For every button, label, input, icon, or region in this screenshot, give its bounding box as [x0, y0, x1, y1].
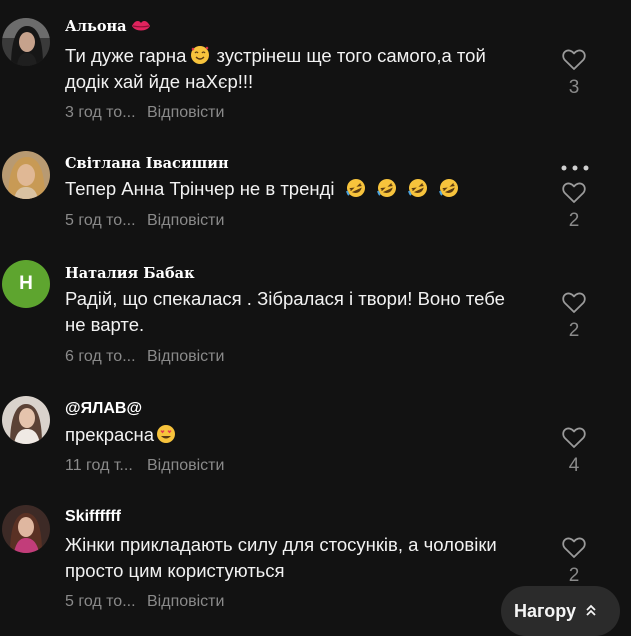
- comment-username[interactable]: Світлана Івасишин: [65, 155, 229, 172]
- like-count: 3: [568, 77, 580, 98]
- lips-emoji-icon: [131, 21, 150, 31]
- back-to-top-button[interactable]: Нагору: [501, 586, 620, 636]
- reply-button[interactable]: Відповісти: [147, 212, 224, 229]
- heart-outline-icon: [562, 537, 586, 558]
- rolling-on-floor-laughing-emoji-icon: [407, 179, 427, 197]
- comment-username[interactable]: @ЯЛАВ@: [65, 400, 142, 418]
- reply-button[interactable]: Відповісти: [147, 593, 224, 610]
- comment-meta: 5 год то... Відповісти: [65, 593, 224, 611]
- reply-button[interactable]: Відповісти: [147, 104, 224, 121]
- like-count: 2: [568, 320, 580, 341]
- like-count: 4: [568, 455, 580, 476]
- like-count: 2: [568, 210, 580, 231]
- comment-time: 3 год то...: [65, 104, 136, 121]
- comment-text: Тепер Анна Трінчер не в тренді: [65, 176, 545, 202]
- avatar[interactable]: [2, 505, 50, 553]
- comment-text: Жінки прикладають силу для стосунків, а …: [65, 534, 497, 581]
- rolling-on-floor-laughing-emoji-icon: [439, 179, 459, 197]
- like-button[interactable]: 4: [560, 427, 588, 477]
- avatar[interactable]: Н: [2, 260, 50, 308]
- heart-outline-icon: [562, 49, 586, 70]
- double-chevron-up-icon: [585, 603, 597, 619]
- comment-username[interactable]: Skiffffff: [65, 508, 121, 526]
- comment-meta: 11 год т... Відповісти: [65, 457, 224, 475]
- comment-text: Ти дуже гарна зустрінеш ще того самого,а …: [65, 45, 486, 92]
- comment-time: 11 год т...: [65, 457, 133, 474]
- more-horizontal-icon[interactable]: [561, 158, 589, 171]
- like-button[interactable]: 2: [560, 182, 588, 232]
- reply-button[interactable]: Відповісти: [147, 348, 224, 365]
- comment-meta: 5 год то... Відповісти: [65, 212, 224, 230]
- avatar[interactable]: [2, 151, 50, 199]
- comment-time: 5 год то...: [65, 212, 136, 229]
- comment-username[interactable]: Наталия Бабак: [65, 265, 195, 282]
- comment-time: 5 год то...: [65, 593, 136, 610]
- avatar[interactable]: [2, 18, 50, 66]
- back-to-top-label: Нагору: [514, 600, 577, 621]
- smiling-face-with-hearts-emoji-icon: [191, 46, 210, 64]
- heart-outline-icon: [562, 292, 586, 313]
- smiling-face-with-heart-eyes-emoji-icon: [157, 425, 176, 443]
- comment-text: прекрасна: [65, 422, 545, 448]
- rolling-on-floor-laughing-emoji-icon: [376, 179, 396, 197]
- like-button[interactable]: 3: [560, 49, 588, 99]
- heart-outline-icon: [562, 182, 586, 203]
- like-button[interactable]: 2: [560, 537, 588, 587]
- reply-button[interactable]: Відповісти: [147, 457, 224, 474]
- comment-username[interactable]: Альона: [65, 18, 151, 35]
- like-button[interactable]: 2: [560, 292, 588, 342]
- comment-time: 6 год то...: [65, 348, 136, 365]
- rolling-on-floor-laughing-emoji-icon: [345, 179, 365, 197]
- like-count: 2: [568, 565, 580, 586]
- comment-meta: 6 год то... Відповісти: [65, 348, 224, 366]
- heart-outline-icon: [562, 427, 586, 448]
- comment-text: Радій, що спекалася . Зібралася і твори!…: [65, 288, 505, 335]
- avatar[interactable]: [2, 396, 50, 444]
- comment-meta: 3 год то... Відповісти: [65, 104, 224, 122]
